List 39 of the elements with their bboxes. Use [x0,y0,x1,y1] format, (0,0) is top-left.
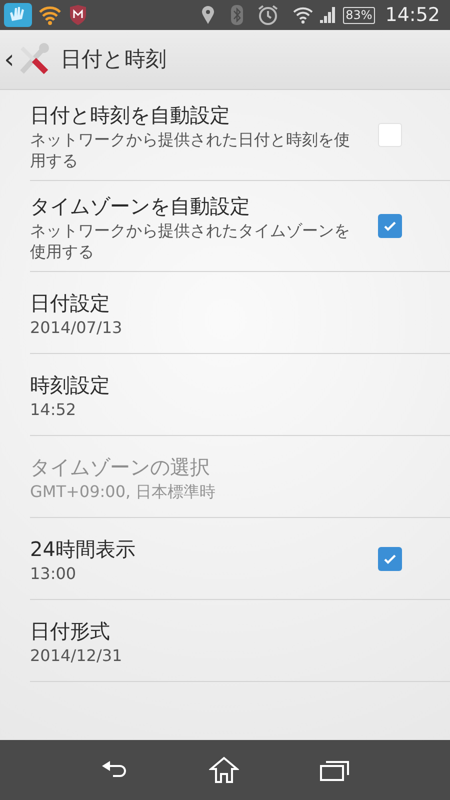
setting-summary: 2014/12/31 [30,645,124,666]
setting-item[interactable]: 時刻設定 14:52 [30,369,402,420]
setting-summary: ネットワークから提供された日付と時刻を使用する [30,129,351,171]
recent-apps-icon[interactable] [320,759,350,781]
setting-title: 日付設定 [30,290,111,317]
checkbox[interactable] [378,123,402,147]
setting-item[interactable]: 日付と時刻を自動設定 ネットワークから提供された日付と時刻を使用する [30,99,378,171]
setting-title: タイムゾーンの選択 [30,454,211,481]
setting-item[interactable]: タイムゾーンを自動設定 ネットワークから提供されたタイムゾーンを使用する [30,190,378,262]
back-button[interactable]: ‹ [4,46,14,72]
status-time: 14:52 [385,2,440,28]
home-icon[interactable] [208,756,239,784]
check-icon [383,552,397,566]
wifi-icon [38,4,62,26]
setting-title: 24時間表示 [30,536,136,563]
setting-item[interactable]: 日付設定 2014/07/13 [30,287,402,338]
bluetooth-icon [230,5,243,25]
checkbox[interactable] [378,214,402,238]
wifi-icon [292,6,313,24]
setting-title: 日付と時刻を自動設定 [30,102,231,129]
battery-indicator: 83% [342,6,376,24]
screen-title: 日付と時刻 [60,46,166,73]
setting-item[interactable]: 日付形式 2014/12/31 [30,615,402,666]
setting-title: 日付形式 [30,618,111,645]
shield-icon [68,4,88,26]
signal-icon [318,6,337,24]
setting-summary: 14:52 [30,399,78,420]
setting-title: タイムゾーンを自動設定 [30,193,251,220]
alarm-clock-icon [256,4,279,26]
setting-summary: 13:00 [30,563,78,584]
setting-title: 時刻設定 [30,372,111,399]
check-icon [383,219,397,233]
setting-item[interactable]: 24時間表示 13:00 [30,533,378,584]
setting-summary: 2014/07/13 [30,317,124,338]
location-icon [200,5,215,25]
setting-summary: ネットワークから提供されたタイムゾーンを使用する [30,220,351,262]
checkbox[interactable] [378,546,402,570]
setting-summary: GMT+09:00, 日本標準時 [30,481,217,502]
hand-app-icon [4,3,32,27]
